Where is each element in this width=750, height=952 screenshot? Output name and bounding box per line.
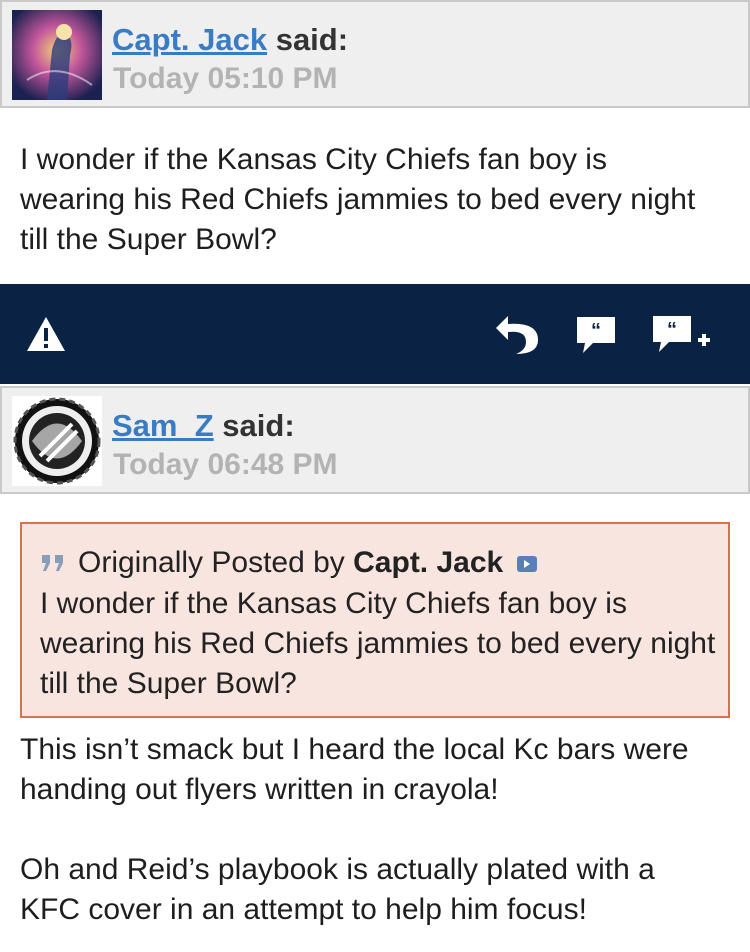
report-icon[interactable] [20,284,72,384]
post-author-line: Sam_Z said: [112,408,295,444]
quote-author: Capt. Jack [353,546,504,579]
svg-text:“: “ [667,319,677,341]
quote-marks-icon [40,547,70,581]
quote-text: I wonder if the Kansas City Chiefs fan b… [40,587,716,700]
said-label: said: [275,22,349,57]
post-author-line: Capt. Jack said: [112,22,348,58]
post-body-1: I wonder if the Kansas City Chiefs fan b… [20,143,696,256]
username-link[interactable]: Capt. Jack [112,22,267,57]
username-link[interactable]: Sam_Z [112,408,214,443]
multi-quote-icon[interactable]: “ [646,284,716,384]
quote-box: Originally Posted by Capt. Jack I wonder… [20,522,730,718]
svg-text:“: “ [591,320,601,342]
avatar[interactable] [12,396,102,486]
post-timestamp: Today 05:10 PM [113,62,338,95]
quote-icon[interactable]: “ [570,284,622,384]
post-header-2: Sam_Z said: Today 06:48 PM [0,386,750,494]
post-body-2-paragraph-1: This isn’t smack but I heard the local K… [20,733,689,806]
reply-icon[interactable] [490,284,544,384]
quote-header: Originally Posted by Capt. Jack [40,546,538,581]
post-header-1: Capt. Jack said: Today 05:10 PM [0,0,750,108]
post-timestamp: Today 06:48 PM [113,448,338,481]
post-action-bar: “ “ [0,284,750,384]
post-body-2-paragraph-2: Oh and Reid’s playbook is actually plate… [20,853,655,926]
quote-prefix: Originally Posted by [78,546,345,579]
said-label: said: [222,408,295,443]
avatar[interactable] [12,10,102,100]
view-post-icon[interactable] [516,547,538,581]
